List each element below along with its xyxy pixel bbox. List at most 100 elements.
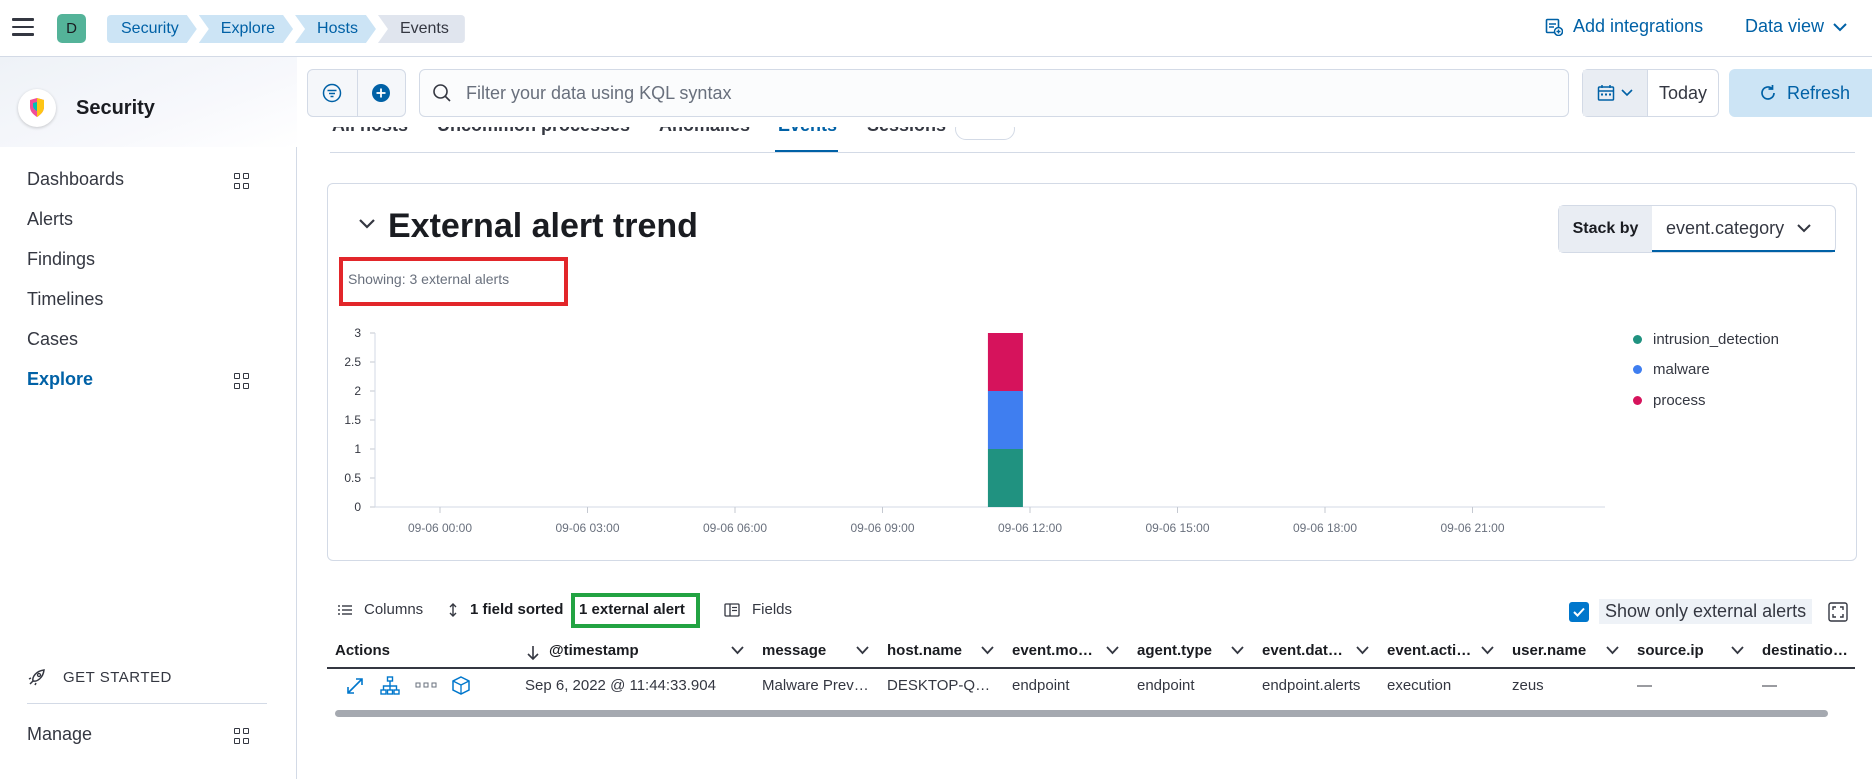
chevron-down-icon[interactable] <box>981 646 994 655</box>
chevron-down-icon[interactable] <box>1731 646 1744 655</box>
column-header-event-action[interactable]: event.acti… <box>1387 642 1471 659</box>
cell-event-dataset: endpoint.alerts <box>1262 677 1361 694</box>
column-header-timestamp[interactable]: @timestamp <box>549 642 639 659</box>
tab-all-hosts[interactable]: All hosts <box>332 127 408 136</box>
add-integrations-link[interactable]: Add integrations <box>1545 16 1703 37</box>
show-only-label: Show only external alerts <box>1599 599 1813 624</box>
filter-menu-button[interactable] <box>308 70 357 116</box>
sidebar-item-alerts[interactable]: Alerts <box>27 209 73 230</box>
date-range-display[interactable]: Today <box>1648 70 1718 116</box>
rocket-icon <box>28 669 45 686</box>
x-tick-label: 09-06 00:00 <box>408 521 472 535</box>
chevron-down-icon[interactable] <box>1481 646 1494 655</box>
columns-button[interactable]: Columns <box>338 601 423 618</box>
legend-dot <box>1633 365 1642 375</box>
legend-item-process[interactable]: process <box>1633 385 1779 416</box>
column-header-event-dataset[interactable]: event.dat… <box>1262 642 1343 659</box>
external-alert-label: 1 external alert <box>579 601 685 618</box>
active-tab-indicator <box>775 150 838 152</box>
column-header-event-module[interactable]: event.mo… <box>1012 642 1093 659</box>
columns-label: Columns <box>364 601 424 618</box>
bar-process <box>987 333 1023 391</box>
add-filter-button[interactable] <box>356 70 406 116</box>
fields-button[interactable]: Fields <box>724 601 792 618</box>
tab-anomalies[interactable]: Anomalies <box>659 127 750 136</box>
chevron-down-icon[interactable] <box>1231 646 1244 655</box>
x-tick-label: 09-06 15:00 <box>1145 521 1209 535</box>
chevron-down-icon[interactable] <box>1106 646 1119 655</box>
show-only-external-toggle[interactable]: Show only external alerts <box>1569 599 1813 624</box>
column-header-source-ip[interactable]: source.ip <box>1637 642 1704 659</box>
cell-user-name: zeus <box>1512 677 1544 694</box>
cell-source-ip: — <box>1637 677 1652 694</box>
legend-dot <box>1633 334 1642 344</box>
expand-icon[interactable] <box>345 676 365 696</box>
sidebar-divider <box>27 703 267 704</box>
sidebar-item-explore[interactable]: Explore <box>27 369 93 390</box>
sidebar-item-manage[interactable]: Manage <box>27 724 92 745</box>
legend-item-malware[interactable]: malware <box>1633 355 1779 386</box>
chevron-down-icon[interactable] <box>1606 646 1619 655</box>
sidebar-item-cases[interactable]: Cases <box>27 329 78 350</box>
sidebar-title: Security <box>76 96 155 119</box>
y-tick-label: 3 <box>354 326 361 340</box>
grid-icon[interactable] <box>234 728 250 744</box>
column-header-agent-type[interactable]: agent.type <box>1137 642 1212 659</box>
session-view-icon[interactable] <box>451 676 471 696</box>
column-header-message[interactable]: message <box>762 642 826 659</box>
column-header-host-name[interactable]: host.name <box>887 642 962 659</box>
panel-subtitle: Showing: 3 external alerts <box>348 271 510 287</box>
chevron-down-icon <box>1797 224 1811 233</box>
filter-icon <box>323 83 342 103</box>
y-tick-label: 1 <box>354 442 361 456</box>
chevron-down-icon[interactable] <box>1356 646 1369 655</box>
sidebar-item-findings[interactable]: Findings <box>27 249 95 270</box>
tab-events[interactable]: Events <box>778 127 837 136</box>
alert-trend-chart: 0 0.5 1 1.5 2 2.5 3 09-06 00:00 09-06 03:00 09-06… <box>344 326 1605 535</box>
table-row: Sep 6, 2022 @ 11:44:33.904 Malware Prev…… <box>327 671 1855 702</box>
arrow-down-icon[interactable] <box>527 645 539 661</box>
chevron-down-icon[interactable] <box>358 218 376 230</box>
refresh-icon <box>1761 85 1775 100</box>
sidebar-brand[interactable]: Security <box>18 89 155 127</box>
fullscreen-icon[interactable] <box>1828 602 1848 622</box>
legend-label: process <box>1653 391 1706 409</box>
data-view-dropdown[interactable]: Data view <box>1745 16 1848 37</box>
space-avatar[interactable]: D <box>57 14 86 43</box>
kql-search-input[interactable] <box>466 82 1546 104</box>
column-header-user-name[interactable]: user.name <box>1512 642 1586 659</box>
chevron-down-icon[interactable] <box>856 646 869 655</box>
grid-icon[interactable] <box>234 373 250 389</box>
cell-timestamp: Sep 6, 2022 @ 11:44:33.904 <box>525 677 716 694</box>
add-integration-icon <box>1545 18 1563 36</box>
sidebar-item-dashboards[interactable]: Dashboards <box>27 169 124 190</box>
refresh-button[interactable]: Refresh <box>1729 69 1872 117</box>
stack-by-select: Stack by event.category <box>1558 205 1836 253</box>
analyze-event-icon[interactable] <box>380 676 400 696</box>
sort-button[interactable]: 1 field sorted <box>448 601 563 618</box>
add-integrations-label: Add integrations <box>1573 16 1704 36</box>
more-actions-icon[interactable] <box>415 681 437 689</box>
column-header-destination-ip[interactable]: destinatio… <box>1762 642 1848 659</box>
legend-label: intrusion_detection <box>1653 330 1779 348</box>
panel-title: External alert trend <box>388 207 698 245</box>
breadcrumb-hosts[interactable]: Hosts <box>295 15 376 43</box>
legend-item-intrusion-detection[interactable]: intrusion_detection <box>1633 324 1779 355</box>
get-started-link[interactable]: GET STARTED <box>27 667 172 687</box>
chevron-down-icon[interactable] <box>731 646 744 655</box>
breadcrumb-security[interactable]: Security <box>107 15 197 43</box>
y-tick-label: 1.5 <box>344 413 361 427</box>
stack-by-dropdown[interactable]: event.category <box>1652 206 1835 252</box>
tab-uncommon-processes[interactable]: Uncommon processes <box>437 127 630 136</box>
sidebar-item-timelines[interactable]: Timelines <box>27 289 103 310</box>
breadcrumb-explore[interactable]: Explore <box>199 15 293 43</box>
search-icon <box>433 84 451 102</box>
quick-select-button[interactable] <box>1583 70 1648 116</box>
checkbox-checked-icon[interactable] <box>1569 601 1589 622</box>
horizontal-scrollbar[interactable] <box>335 710 1828 717</box>
menu-icon[interactable] <box>12 18 34 36</box>
host-tabs: All hosts Uncommon processes Anomalies E… <box>330 127 1855 153</box>
tab-sessions[interactable]: Sessions <box>867 127 946 136</box>
grid-icon[interactable] <box>234 173 250 189</box>
fields-label: Fields <box>752 601 793 618</box>
